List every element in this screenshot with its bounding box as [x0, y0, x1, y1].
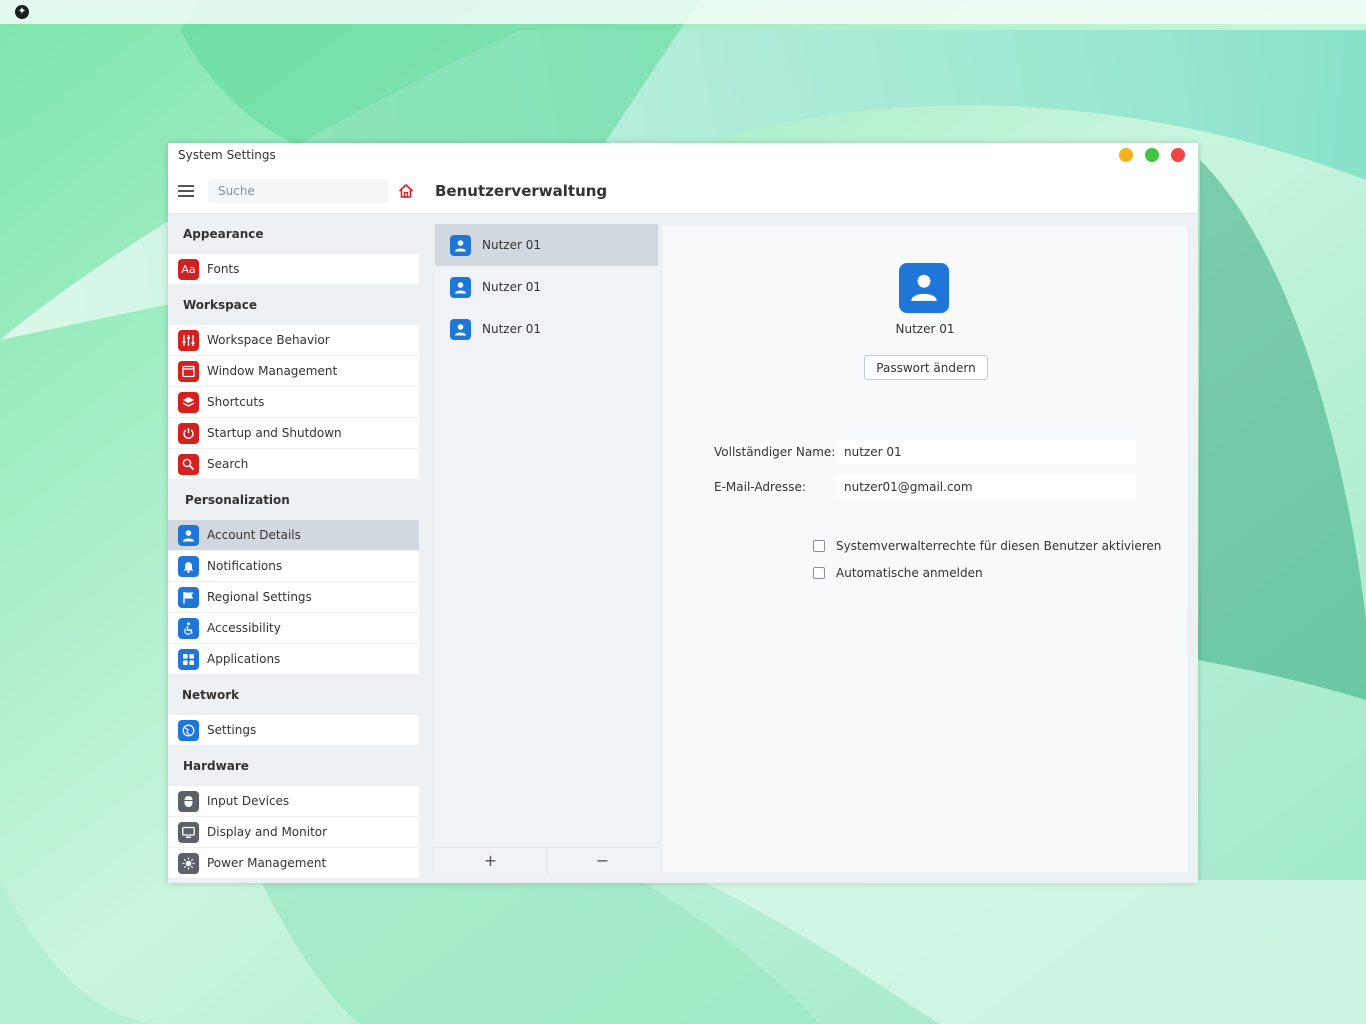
full-name-field[interactable]	[836, 440, 1136, 464]
toolbar: Benutzerverwaltung	[168, 167, 1198, 214]
sidebar-item-label: Startup and Shutdown	[207, 426, 342, 440]
auto-login-label: Automatische anmelden	[836, 566, 983, 580]
menu-icon[interactable]	[178, 185, 194, 197]
window-icon	[178, 361, 199, 382]
remove-user-button[interactable]: −	[547, 848, 658, 874]
user-detail-panel: Nutzer 01 Passwort ändern Vollständiger …	[663, 225, 1187, 872]
sidebar-item-applications[interactable]: Applications	[168, 644, 419, 674]
sidebar-item-label: Regional Settings	[207, 590, 312, 604]
minimize-button[interactable]	[1119, 148, 1133, 162]
user-list-actions: + −	[435, 847, 658, 874]
section-personalization: Personalization	[185, 493, 290, 507]
mouse-icon	[178, 791, 199, 812]
change-password-button[interactable]: Passwort ändern	[864, 355, 988, 380]
section-workspace: Workspace	[183, 298, 258, 312]
sidebar-item-workspace-behavior[interactable]: Workspace Behavior	[168, 325, 419, 355]
full-name-label: Vollständiger Name:	[714, 445, 836, 459]
sidebar-item-label: Fonts	[207, 262, 240, 276]
sidebar: Appearance Aa Fonts Workspace Workspace …	[168, 214, 419, 883]
sidebar-item-label: Accessibility	[207, 621, 281, 635]
user-icon	[450, 235, 471, 256]
user-list-item-label: Nutzer 01	[482, 280, 541, 294]
shortcuts-icon	[178, 392, 199, 413]
sidebar-item-label: Power Management	[207, 856, 327, 870]
user-list-item[interactable]: Nutzer 01	[435, 224, 658, 266]
admin-rights-checkbox[interactable]	[813, 540, 825, 552]
maximize-button[interactable]	[1145, 148, 1159, 162]
sidebar-item-network-settings[interactable]: Settings	[168, 715, 419, 745]
monitor-icon	[178, 822, 199, 843]
email-label: E-Mail-Adresse:	[714, 480, 806, 494]
apps-grid-icon	[178, 649, 199, 670]
globe-icon	[178, 720, 199, 741]
user-list-item[interactable]: Nutzer 01	[435, 308, 658, 350]
sidebar-item-display-and-monitor[interactable]: Display and Monitor	[168, 817, 419, 847]
fonts-icon: Aa	[178, 259, 199, 280]
sidebar-item-power-management[interactable]: Power Management	[168, 848, 419, 878]
title-bar[interactable]: System Settings	[168, 143, 1198, 167]
sidebar-item-label: Account Details	[207, 528, 301, 542]
sidebar-item-label: Settings	[207, 723, 257, 737]
sun-icon	[178, 853, 199, 874]
window-title: System Settings	[178, 148, 276, 162]
user-icon	[178, 525, 199, 546]
flag-icon	[178, 587, 199, 608]
add-user-button[interactable]: +	[435, 848, 547, 874]
user-icon	[450, 277, 471, 298]
sidebar-item-label: Display and Monitor	[207, 825, 328, 839]
system-settings-window: System Settings Benutzerverwaltung Appea…	[168, 143, 1198, 883]
admin-rights-label: Systemverwalterrechte für diesen Benutze…	[836, 539, 1162, 553]
sidebar-item-accessibility[interactable]: Accessibility	[168, 613, 419, 643]
top-panel: ✦	[0, 0, 1366, 24]
sidebar-item-label: Shortcuts	[207, 395, 265, 409]
auto-login-checkbox[interactable]	[813, 567, 825, 579]
sidebar-item-label: Workspace Behavior	[207, 333, 330, 347]
bell-icon	[178, 556, 199, 577]
sidebar-item-label: Applications	[207, 652, 281, 666]
sidebar-item-window-management[interactable]: Window Management	[168, 356, 419, 386]
email-field[interactable]	[836, 475, 1136, 499]
sidebar-item-shortcuts[interactable]: Shortcuts	[168, 387, 419, 417]
user-list: Nutzer 01 Nutzer 01 Nutzer 01 + −	[435, 224, 658, 874]
user-list-item-label: Nutzer 01	[482, 322, 541, 336]
section-hardware: Hardware	[183, 759, 249, 773]
sliders-icon	[178, 330, 199, 351]
search-icon	[178, 454, 199, 475]
user-avatar-icon[interactable]	[899, 263, 949, 313]
sidebar-item-label: Input Devices	[207, 794, 290, 808]
close-button[interactable]	[1171, 148, 1185, 162]
sidebar-item-startup-and-shutdown[interactable]: Startup and Shutdown	[168, 418, 419, 448]
user-icon	[450, 319, 471, 340]
search-input[interactable]	[208, 179, 388, 203]
section-network: Network	[182, 688, 240, 702]
user-list-item-label: Nutzer 01	[482, 238, 541, 252]
power-icon	[178, 423, 199, 444]
user-name-label: Nutzer 01	[895, 322, 955, 336]
section-appearance: Appearance	[183, 227, 264, 241]
sidebar-item-label: Notifications	[207, 559, 283, 573]
sidebar-item-account-details[interactable]: Account Details	[168, 520, 419, 550]
sidebar-item-regional-settings[interactable]: Regional Settings	[168, 582, 419, 612]
sidebar-item-label: Search	[207, 457, 249, 471]
page-title: Benutzerverwaltung	[435, 182, 608, 200]
sidebar-item-fonts[interactable]: Aa Fonts	[168, 254, 419, 284]
sidebar-item-notifications[interactable]: Notifications	[168, 551, 419, 581]
sidebar-item-search[interactable]: Search	[168, 449, 419, 479]
sidebar-item-input-devices[interactable]: Input Devices	[168, 786, 419, 816]
user-list-item[interactable]: Nutzer 01	[435, 266, 658, 308]
system-logo-icon[interactable]: ✦	[15, 5, 29, 19]
home-icon[interactable]	[398, 183, 414, 199]
accessibility-icon	[178, 618, 199, 639]
sidebar-item-label: Window Management	[207, 364, 338, 378]
